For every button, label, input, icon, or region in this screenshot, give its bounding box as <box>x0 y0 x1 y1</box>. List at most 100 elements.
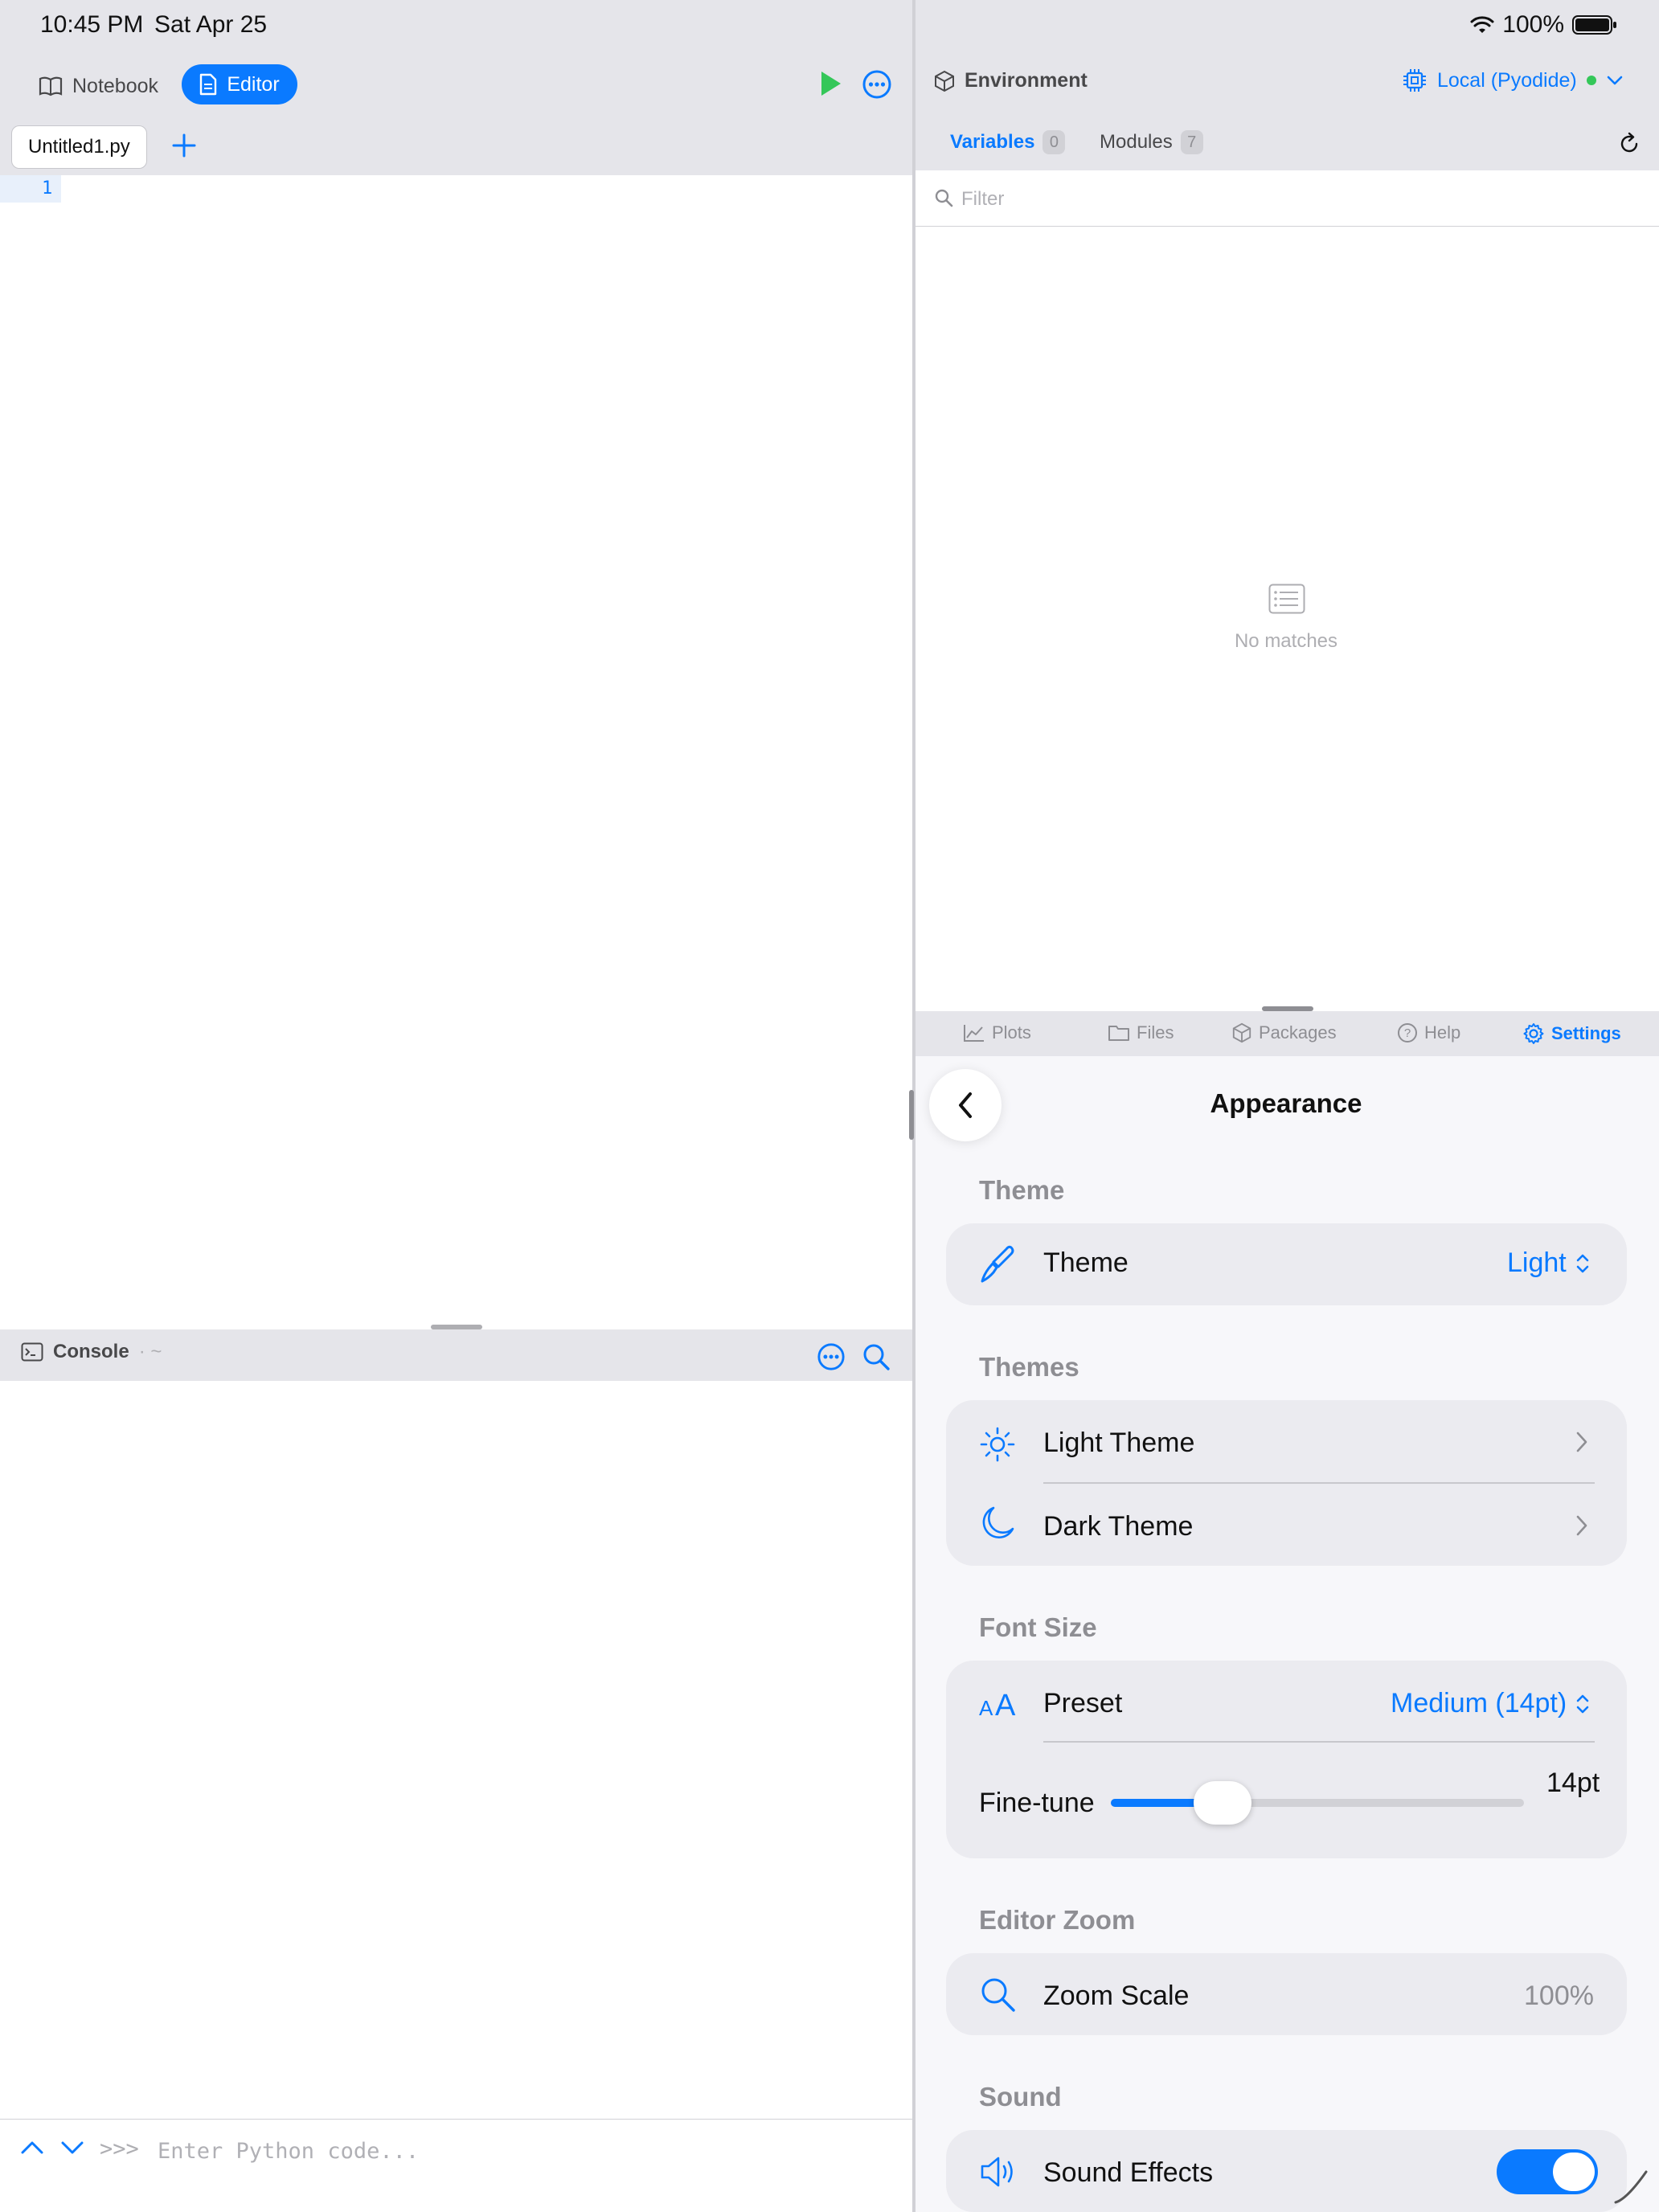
chevron-updown-icon <box>1575 1251 1591 1276</box>
console-path: · ~ <box>138 1341 162 1362</box>
svg-text:A: A <box>995 1689 1016 1720</box>
pencil-scribble-indicator <box>1611 2167 1651 2207</box>
chart-icon <box>963 1023 985 1043</box>
editor-tab-label: Editor <box>227 72 280 96</box>
console-search-button[interactable] <box>862 1342 891 1371</box>
kernel-name: Local (Pyodide) <box>1437 68 1577 92</box>
sun-icon <box>979 1426 1016 1463</box>
section-label-font-size: Font Size <box>979 1612 1097 1642</box>
font-preset-picker[interactable]: Medium (14pt) <box>1391 1688 1591 1719</box>
tab-modules[interactable]: Modules 7 <box>1100 130 1203 154</box>
run-button[interactable] <box>817 69 844 98</box>
settings-tab-label: Settings <box>1551 1023 1621 1043</box>
console-more-button[interactable] <box>817 1342 846 1371</box>
console-input[interactable] <box>158 2135 865 2167</box>
refresh-icon <box>1617 132 1641 156</box>
notebook-mode-tab[interactable]: Notebook <box>39 66 158 106</box>
light-theme-row[interactable]: Light Theme <box>1043 1428 1194 1459</box>
variables-list <box>916 227 1659 1010</box>
tab-settings[interactable]: Settings <box>1522 1022 1621 1045</box>
console-prompt: >>> <box>100 2136 139 2161</box>
cube-icon <box>934 70 955 92</box>
package-icon <box>1231 1022 1252 1043</box>
zoom-scale-value[interactable]: 100% <box>1524 1981 1594 2012</box>
battery-icon <box>1572 14 1617 35</box>
tab-plots[interactable]: Plots <box>963 1022 1031 1043</box>
moon-icon <box>979 1505 1016 1542</box>
magnifier-icon <box>862 1342 891 1371</box>
plus-icon <box>170 132 198 159</box>
kernel-status-dot <box>1586 76 1596 85</box>
file-tab-untitled1[interactable]: Untitled1.py <box>11 125 147 169</box>
preset-value: Medium (14pt) <box>1391 1688 1567 1718</box>
folder-icon <box>1108 1024 1130 1042</box>
magnifier-icon <box>979 1976 1016 2013</box>
section-label-themes: Themes <box>979 1352 1079 1382</box>
help-tab-label: Help <box>1424 1022 1461 1043</box>
code-editor[interactable] <box>0 175 912 1328</box>
kernel-selector[interactable]: Local (Pyodide) <box>1402 68 1624 93</box>
terminal-icon <box>21 1342 43 1362</box>
finetune-value: 14pt <box>1546 1768 1600 1798</box>
notebook-tab-label: Notebook <box>72 74 159 97</box>
theme-row-label: Theme <box>1043 1247 1129 1278</box>
modules-count-badge: 7 <box>1180 130 1203 154</box>
battery-percent: 100% <box>1502 11 1564 38</box>
tab-files[interactable]: Files <box>1108 1022 1174 1043</box>
empty-state-text: No matches <box>1234 630 1338 652</box>
modules-tab-label: Modules <box>1100 131 1173 153</box>
files-tab-label: Files <box>1137 1022 1174 1043</box>
textformat-size-icon: AA <box>979 1688 1021 1720</box>
console-title: Console <box>53 1341 129 1362</box>
svg-text:?: ? <box>1404 1026 1411 1040</box>
settings-page-title: Appearance <box>1210 1088 1362 1118</box>
row-separator <box>1043 1741 1595 1743</box>
status-time: 10:45 PM <box>40 11 144 38</box>
sound-effects-label: Sound Effects <box>1043 2157 1214 2188</box>
variables-tab-label: Variables <box>950 131 1035 153</box>
tab-packages[interactable]: Packages <box>1231 1022 1337 1043</box>
history-up-button[interactable] <box>19 2138 45 2157</box>
refresh-button[interactable] <box>1617 132 1641 156</box>
packages-tab-label: Packages <box>1259 1022 1337 1043</box>
environment-title: Environment <box>965 69 1088 92</box>
chevron-up-icon <box>19 2138 45 2157</box>
back-button[interactable] <box>929 1069 1002 1141</box>
tab-variables[interactable]: Variables 0 <box>950 130 1066 154</box>
chevron-updown-icon <box>1575 1692 1591 1716</box>
console-output <box>0 1381 912 2119</box>
history-down-button[interactable] <box>59 2138 85 2157</box>
row-separator <box>1043 1482 1595 1484</box>
toggle-knob <box>1553 2153 1595 2191</box>
cpu-icon <box>1402 68 1428 93</box>
section-label-theme: Theme <box>979 1175 1065 1205</box>
finetune-slider-thumb[interactable] <box>1194 1781 1251 1825</box>
theme-picker[interactable]: Light <box>1507 1247 1591 1279</box>
pane-divider-grip[interactable] <box>909 1090 914 1140</box>
preset-row-label: Preset <box>1043 1688 1123 1718</box>
section-label-sound: Sound <box>979 2082 1062 2112</box>
environment-title-group: Environment <box>934 69 1088 92</box>
console-title-group: Console · ~ <box>21 1341 162 1363</box>
svg-text:A: A <box>979 1696 993 1720</box>
editor-mode-tab[interactable]: Editor <box>182 64 297 104</box>
filter-input[interactable] <box>961 183 1620 215</box>
editor-more-button[interactable] <box>862 69 892 100</box>
theme-value: Light <box>1507 1247 1567 1278</box>
status-date: Sat Apr 25 <box>154 11 268 38</box>
tab-help[interactable]: ? Help <box>1397 1022 1460 1043</box>
paintbrush-icon <box>979 1244 1016 1284</box>
wifi-icon <box>1470 15 1494 35</box>
magnifier-icon <box>934 188 953 207</box>
zoom-scale-label: Zoom Scale <box>1043 1981 1190 2011</box>
play-icon <box>817 69 844 98</box>
chevron-left-icon <box>956 1089 975 1121</box>
document-icon <box>199 73 217 96</box>
ellipsis-circle-icon <box>862 69 892 100</box>
chevron-right-icon <box>1575 1431 1588 1453</box>
line-number: 1 <box>42 178 53 199</box>
variables-count-badge: 0 <box>1043 130 1066 154</box>
new-file-tab-button[interactable] <box>170 132 198 159</box>
dark-theme-row[interactable]: Dark Theme <box>1043 1511 1193 1542</box>
plots-tab-label: Plots <box>992 1022 1031 1043</box>
